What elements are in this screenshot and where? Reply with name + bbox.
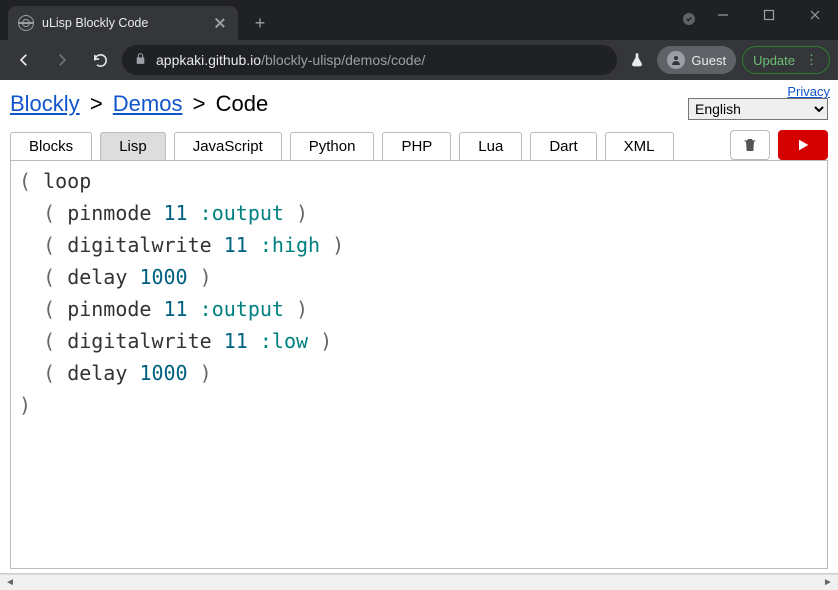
maximize-button[interactable] — [746, 0, 792, 30]
lock-icon — [134, 52, 148, 68]
tab-lua[interactable]: Lua — [459, 132, 522, 160]
browser-toolbar: appkaki.github.io/blockly-ulisp/demos/co… — [0, 40, 838, 80]
run-button[interactable] — [778, 130, 828, 160]
horizontal-scrollbar[interactable]: ◄ ► — [0, 574, 838, 590]
tab-php[interactable]: PHP — [382, 132, 451, 160]
search-tabs-icon[interactable] — [680, 10, 698, 28]
minimize-button[interactable] — [700, 0, 746, 30]
more-icon: ⋮ — [805, 52, 819, 68]
code-panel[interactable]: ( loop ( pinmode 11 :output ) ( digitalw… — [10, 160, 828, 569]
update-label: Update — [753, 53, 795, 68]
tab-xml[interactable]: XML — [605, 132, 674, 160]
update-button[interactable]: Update ⋮ — [742, 46, 830, 74]
breadcrumb: Blockly > Demos > Code — [10, 91, 268, 117]
code-tabs: Blocks Lisp JavaScript PythonPHP Lua Dart XML — [0, 130, 838, 160]
breadcrumb-demos[interactable]: Demos — [113, 91, 183, 116]
profile-button[interactable]: Guest — [657, 46, 736, 74]
code-text: ( loop ( pinmode 11 :output ) ( digitalw… — [11, 161, 827, 425]
scroll-right-icon[interactable]: ► — [820, 576, 836, 590]
labs-icon[interactable] — [623, 52, 651, 68]
url-text: appkaki.github.io/blockly-ulisp/demos/co… — [156, 52, 425, 68]
tab-title: uLisp Blockly Code — [42, 16, 148, 30]
breadcrumb-sep: > — [189, 91, 210, 116]
address-bar[interactable]: appkaki.github.io/blockly-ulisp/demos/co… — [122, 45, 617, 75]
avatar-icon — [667, 51, 685, 69]
page-header: Blockly > Demos > Code English — [0, 80, 838, 130]
scroll-left-icon[interactable]: ◄ — [2, 576, 18, 590]
close-window-button[interactable] — [792, 0, 838, 30]
browser-tab[interactable]: uLisp Blockly Code — [8, 6, 238, 40]
back-button[interactable] — [8, 44, 40, 76]
page-content: Privacy Blockly > Demos > Code English B… — [0, 80, 838, 574]
privacy-link[interactable]: Privacy — [787, 84, 830, 99]
delete-button[interactable] — [730, 130, 770, 160]
profile-label: Guest — [691, 53, 726, 68]
close-tab-icon[interactable] — [212, 15, 228, 31]
browser-titlebar: uLisp Blockly Code + — [0, 0, 838, 40]
window-controls — [700, 0, 838, 30]
reload-button[interactable] — [84, 44, 116, 76]
breadcrumb-sep: > — [86, 91, 107, 116]
language-select[interactable]: English — [688, 98, 828, 120]
tab-python[interactable]: Python — [290, 132, 375, 160]
breadcrumb-code: Code — [216, 91, 269, 116]
new-tab-button[interactable]: + — [246, 9, 274, 37]
tab-dart[interactable]: Dart — [530, 132, 596, 160]
tab-blocks[interactable]: Blocks — [10, 132, 92, 160]
globe-icon — [18, 15, 34, 31]
tab-javascript[interactable]: JavaScript — [174, 132, 282, 160]
tab-lisp[interactable]: Lisp — [100, 132, 166, 160]
breadcrumb-blockly[interactable]: Blockly — [10, 91, 80, 116]
forward-button[interactable] — [46, 44, 78, 76]
